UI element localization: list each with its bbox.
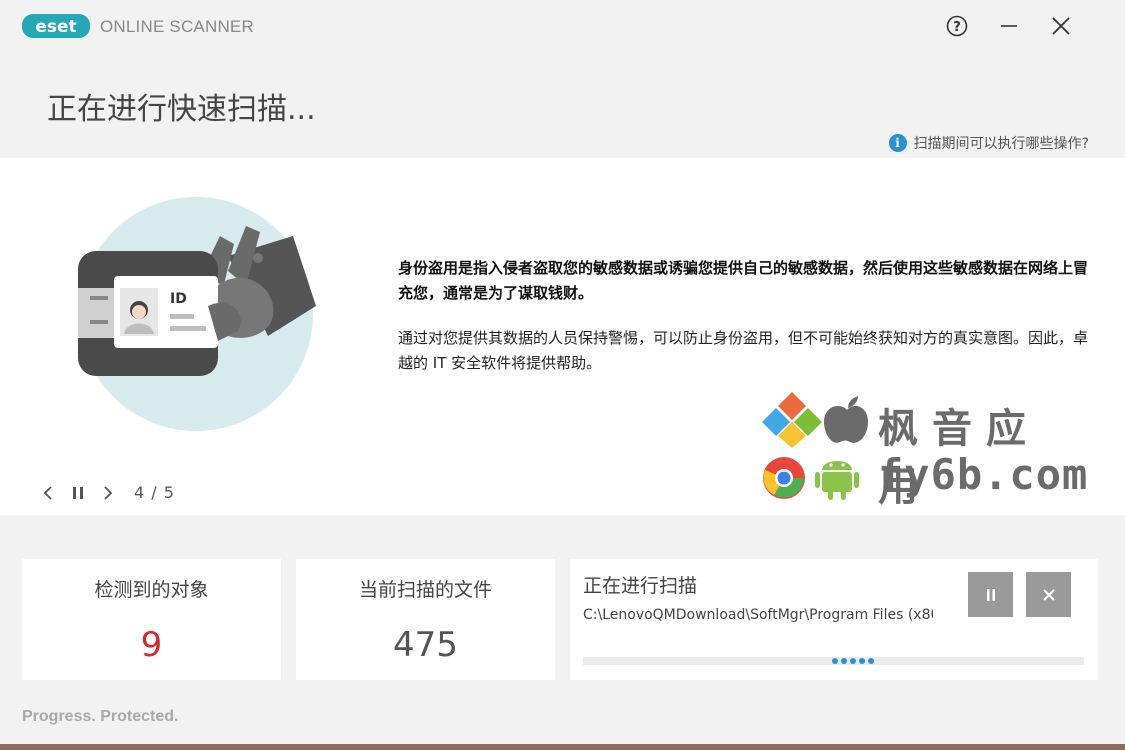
watermark-en-text: fy6b.com: [878, 450, 1089, 499]
pause-icon: [73, 486, 83, 499]
pause-icon: [986, 588, 995, 601]
minimize-icon: [1001, 25, 1017, 27]
title-bar: eset ONLINE SCANNER ?: [0, 0, 1125, 52]
chrome-logo-icon: [763, 457, 805, 499]
scanned-files-card: 当前扫描的文件 475: [296, 559, 555, 680]
scanned-files-label: 当前扫描的文件: [358, 579, 492, 601]
tip-bold-text: 身份盗用是指入侵者盗取您的敏感数据或诱骗您提供自己的敏感数据，然后使用这些敏感数…: [398, 259, 1089, 302]
carousel-nav: 4 / 5: [40, 483, 175, 502]
carousel-pager: 4 / 5: [134, 483, 175, 502]
detected-objects-label: 检测到的对象: [94, 579, 209, 601]
scan-progress-card: 正在进行扫描 C:\LenovoQMDownload\SoftMgr\Progr…: [570, 559, 1098, 680]
chevron-left-icon: [43, 485, 52, 500]
app-name: ONLINE SCANNER: [100, 17, 254, 36]
svg-text:?: ?: [953, 20, 961, 35]
info-icon: i: [888, 134, 907, 152]
identity-theft-illustration: ID: [78, 197, 316, 431]
android-logo-icon: [815, 461, 859, 500]
pause-carousel-button[interactable]: [70, 484, 86, 502]
stop-scan-button[interactable]: [1026, 572, 1071, 617]
close-icon: [1052, 17, 1070, 35]
scan-info-link-label: 扫描期间可以执行哪些操作?: [913, 136, 1089, 152]
scan-progress-label: 正在进行扫描: [583, 575, 698, 597]
minimize-button[interactable]: [989, 10, 1029, 42]
chevron-right-icon: [104, 485, 113, 500]
previous-tip-button[interactable]: [40, 484, 56, 502]
pause-scan-button[interactable]: [968, 572, 1013, 617]
desktop-background-strip: [0, 744, 1125, 750]
eset-logo: eset: [22, 14, 90, 38]
tagline: Progress. Protected.: [22, 708, 179, 725]
detected-objects-card: 检测到的对象 9: [22, 559, 281, 680]
apple-logo-icon: [824, 396, 868, 443]
detected-objects-count: 9: [140, 625, 163, 665]
scanned-files-count: 475: [393, 625, 458, 665]
close-icon: [1042, 588, 1055, 601]
help-icon: ?: [946, 15, 968, 37]
tip-text: 身份盗用是指入侵者盗取您的敏感数据或诱骗您提供自己的敏感数据，然后使用这些敏感数…: [398, 256, 1098, 376]
page-title: 正在进行快速扫描...: [47, 92, 316, 127]
windows-logo-icon: [762, 392, 822, 448]
svg-text:eset: eset: [35, 17, 76, 37]
scan-progress-bar: [583, 657, 1084, 665]
help-button[interactable]: ?: [937, 10, 977, 42]
close-button[interactable]: [1041, 10, 1081, 42]
next-tip-button[interactable]: [100, 484, 116, 502]
progress-indicator: [832, 657, 874, 664]
watermark: 枫音应用 fy6b.com: [760, 392, 1090, 510]
scan-info-link[interactable]: i 扫描期间可以执行哪些操作?: [888, 133, 1089, 153]
tip-normal-text: 通过对您提供其数据的人员保持警惕，可以防止身份盗用，但不可能始终获知对方的真实意…: [398, 329, 1089, 372]
current-file-path: C:\LenovoQMDownload\SoftMgr\Program File…: [583, 607, 933, 623]
svg-text:ID: ID: [170, 291, 187, 307]
